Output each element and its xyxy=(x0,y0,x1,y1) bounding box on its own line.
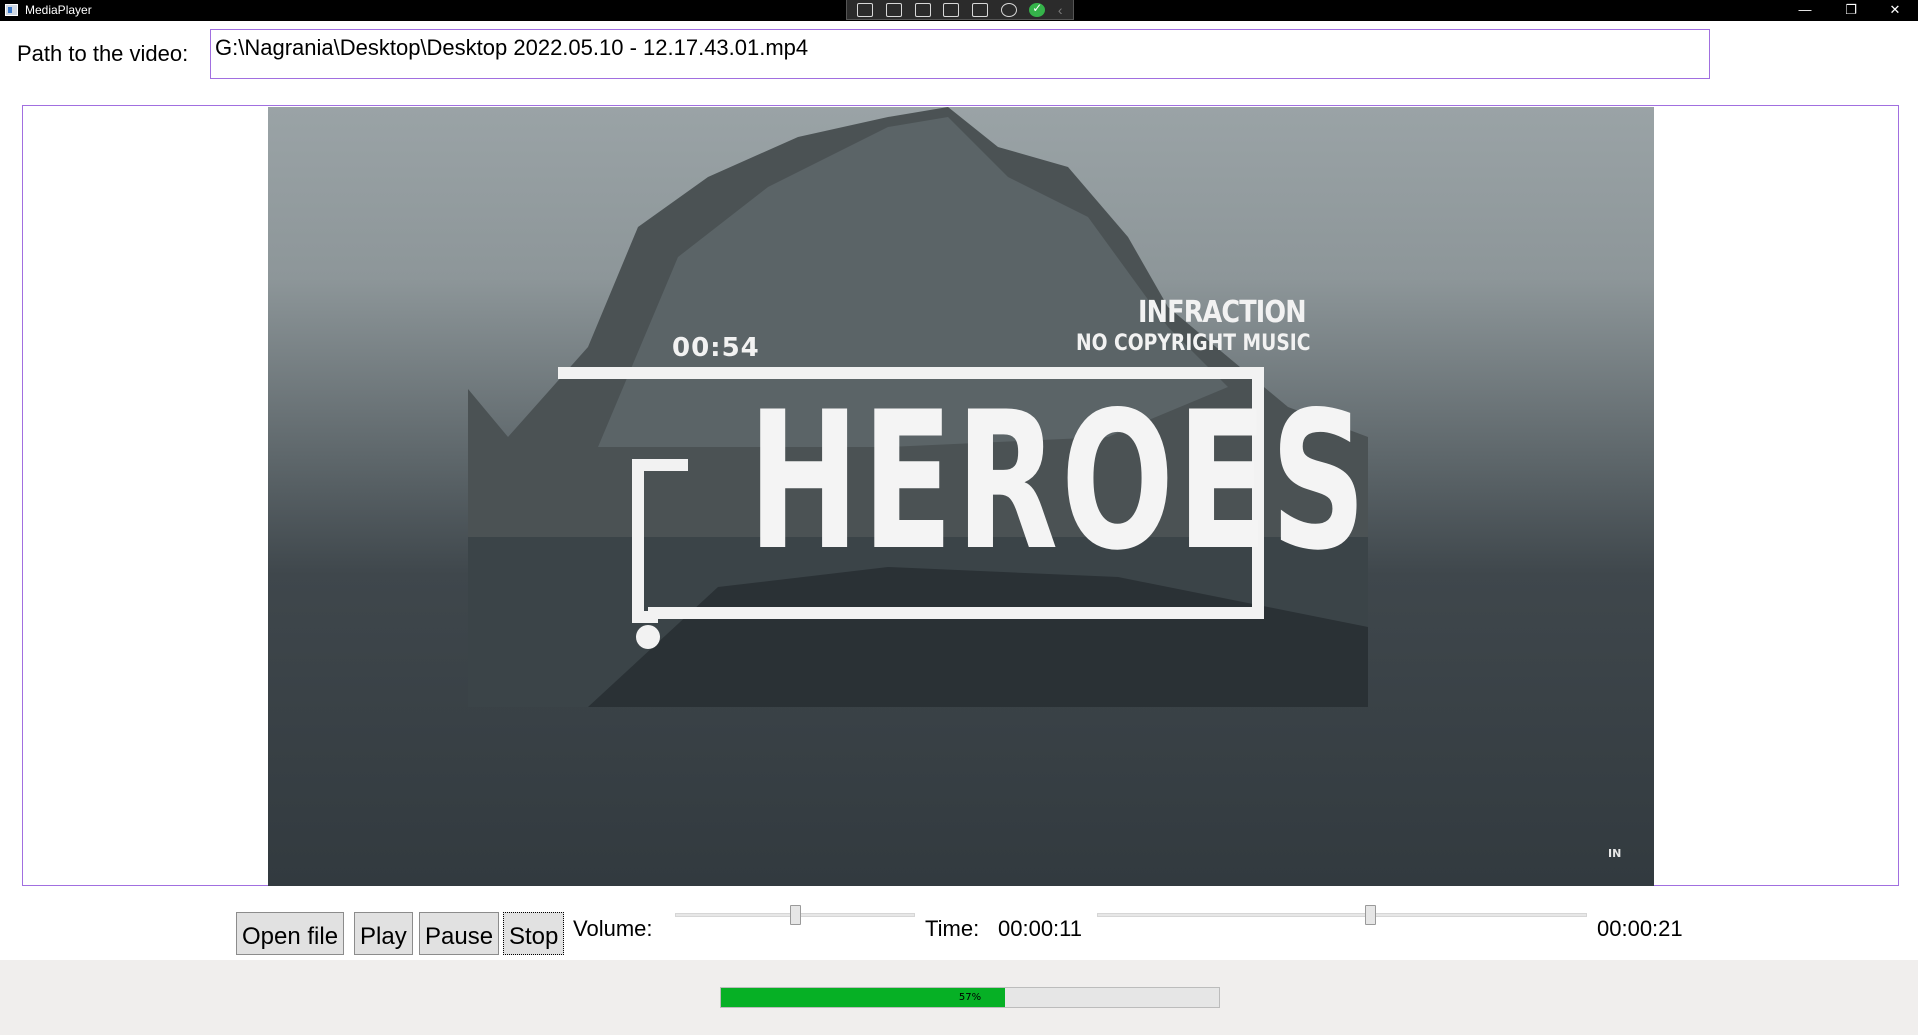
hot-reload-ok-icon[interactable] xyxy=(1029,1,1046,17)
total-time: 00:00:21 xyxy=(1597,916,1683,941)
select-element-icon[interactable] xyxy=(914,2,931,17)
current-time: 00:00:11 xyxy=(998,916,1083,941)
xaml-devtools-toolbar: ‹ xyxy=(846,0,1074,20)
display-layout-adorners-icon[interactable] xyxy=(943,2,960,17)
video-overlay-time: 00:54 xyxy=(672,333,760,363)
video-brand-subtitle: NO COPYRIGHT MUSIC xyxy=(1076,331,1311,356)
progress-bar: 57% xyxy=(720,987,1220,1008)
path-label: Path to the video: xyxy=(17,41,189,66)
video-brand-name: INFRACTION xyxy=(1138,295,1307,330)
path-input[interactable]: G:\Nagrania\Desktop\Desktop 2022.05.10 -… xyxy=(210,29,1710,79)
video-title-text: HEROES xyxy=(748,371,1370,592)
volume-slider[interactable] xyxy=(675,905,915,925)
camera-icon[interactable] xyxy=(885,2,902,17)
app-icon xyxy=(5,4,18,16)
stop-button[interactable]: Stop xyxy=(503,912,565,955)
window-title: MediaPlayer xyxy=(25,3,92,17)
live-visual-tree-icon[interactable] xyxy=(857,2,874,17)
track-focused-element-icon[interactable] xyxy=(971,2,988,17)
title-bar: MediaPlayer ‹ — ❐ ✕ xyxy=(0,0,1918,21)
open-file-button[interactable]: Open file xyxy=(236,912,345,955)
play-button[interactable]: Play xyxy=(354,912,413,955)
restore-button[interactable]: ❐ xyxy=(1828,0,1874,21)
close-button[interactable]: ✕ xyxy=(1872,0,1918,21)
volume-label: Volume: xyxy=(573,916,653,941)
minimize-button[interactable]: — xyxy=(1782,0,1828,21)
binding-failures-icon[interactable] xyxy=(1000,2,1017,17)
volume-slider-thumb[interactable] xyxy=(790,905,801,925)
video-surface[interactable]: 00:54 INFRACTION NO COPYRIGHT MUSIC HERO… xyxy=(268,107,1654,886)
pause-button[interactable]: Pause xyxy=(419,912,500,955)
time-label: Time: xyxy=(925,916,980,941)
video-watermark: IN xyxy=(1608,847,1622,860)
time-slider-track[interactable] xyxy=(1097,913,1587,917)
progress-percent-text: 57% xyxy=(958,992,982,1003)
time-slider-thumb[interactable] xyxy=(1365,905,1376,925)
collapse-toolbar-icon[interactable]: ‹ xyxy=(1058,3,1063,17)
time-slider[interactable] xyxy=(1097,905,1587,925)
media-element-frame: 00:54 INFRACTION NO COPYRIGHT MUSIC HERO… xyxy=(22,105,1899,886)
